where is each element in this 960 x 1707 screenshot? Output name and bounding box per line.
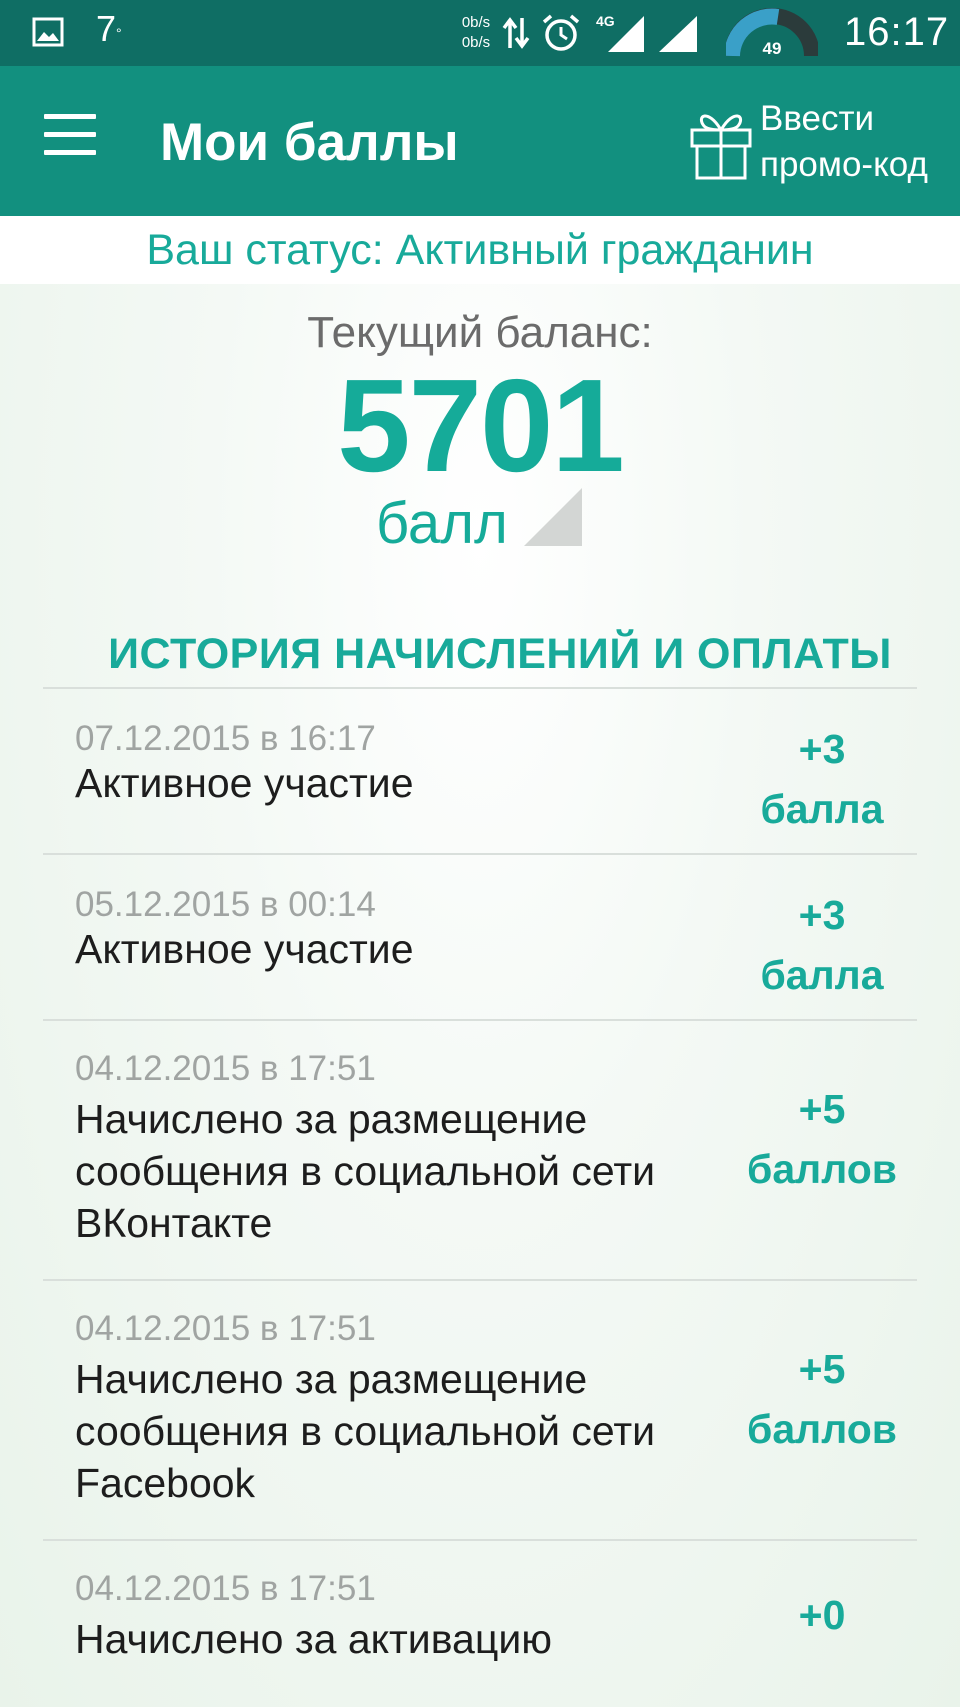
history-item-description: Начислено за активацию [75,1616,552,1662]
gallery-icon [32,17,64,47]
speed-gauge-icon: 49 [726,8,818,58]
alarm-icon [540,12,582,54]
temperature-value: 7 [96,8,117,49]
net-down: 0b/s [461,34,491,51]
history-item-date: 07.12.2015 в 16:17 [75,719,376,758]
temperature-indicator: 7 ° [96,8,122,50]
history-item[interactable]: 07.12.2015 в 16:17 Активное участие +3 б… [43,687,917,853]
balance-section: Текущий баланс: 5701 балл ИСТОРИЯ НАЧИСЛ… [0,284,960,1707]
history-item-description: Начислено за размещение сообщения в соци… [75,1096,656,1246]
history-item-amount: +3 балла [737,885,907,1005]
network-speed: 0b/s 0b/s [456,13,496,53]
history-item-amount: +0 [737,1585,907,1645]
corner-fold-icon [524,488,582,546]
app-bar: Мои баллы Ввести промо-код [0,66,960,216]
history-item-date: 04.12.2015 в 17:51 [75,1569,376,1608]
amount-value: +0 [798,1592,846,1638]
status-bar: 7 ° 0b/s 0b/s 4G 49 16:17 [0,0,960,66]
amount-value: +3 [798,892,846,938]
history-item-description: Активное участие [75,926,414,972]
menu-icon[interactable] [40,114,100,164]
promo-button-label: Ввести промо-код [760,99,928,184]
signal-4g-icon: 4G [596,12,646,54]
history-item-amount: +5 баллов [737,1079,907,1199]
amount-unit: баллов [747,1146,897,1192]
amount-unit: балла [760,786,884,832]
history-item[interactable]: 04.12.2015 в 17:51 Начислено за размещен… [43,1279,917,1539]
history-item-amount: +3 балла [737,719,907,839]
balance-value: 5701 [337,352,625,499]
history-item-description: Активное участие [75,760,414,806]
network-type: 4G [596,13,615,29]
history-item[interactable]: 04.12.2015 в 17:51 Начислено за размещен… [43,1019,917,1279]
amount-unit: баллов [747,1406,897,1452]
screen: 7 ° 0b/s 0b/s 4G 49 16:17 Мои баллы Ввес… [0,0,960,1707]
gift-icon [688,102,754,182]
history-item-date: 04.12.2015 в 17:51 [75,1309,376,1348]
history-item[interactable]: 04.12.2015 в 17:51 Начислено за активаци… [43,1539,917,1707]
page-title: Мои баллы [160,113,459,172]
speed-value: 49 [763,39,782,58]
history-item-date: 05.12.2015 в 00:14 [75,885,376,924]
amount-unit: балла [760,952,884,998]
history-item-description: Начислено за размещение сообщения в соци… [75,1356,656,1506]
user-status: Ваш статус: Активный гражданин [0,216,960,284]
balance-unit: балл [376,491,508,556]
history-list: 07.12.2015 в 16:17 Активное участие +3 б… [43,687,917,1707]
signal-icon [655,12,699,54]
history-item-amount: +5 баллов [737,1339,907,1459]
history-item[interactable]: 05.12.2015 в 00:14 Активное участие +3 б… [43,853,917,1019]
amount-value: +5 [798,1346,846,1392]
user-status-text: Ваш статус: Активный гражданин [146,226,814,274]
history-item-date: 04.12.2015 в 17:51 [75,1049,376,1088]
amount-value: +3 [798,726,846,772]
enter-promo-code-button[interactable]: Ввести промо-код [684,96,954,192]
data-arrows-icon [502,14,530,52]
clock: 16:17 [844,10,950,54]
amount-value: +5 [798,1086,846,1132]
net-up: 0b/s [461,14,491,31]
history-title: ИСТОРИЯ НАЧИСЛЕНИЙ И ОПЛАТЫ [108,630,892,678]
temperature-unit: ° [116,25,122,41]
